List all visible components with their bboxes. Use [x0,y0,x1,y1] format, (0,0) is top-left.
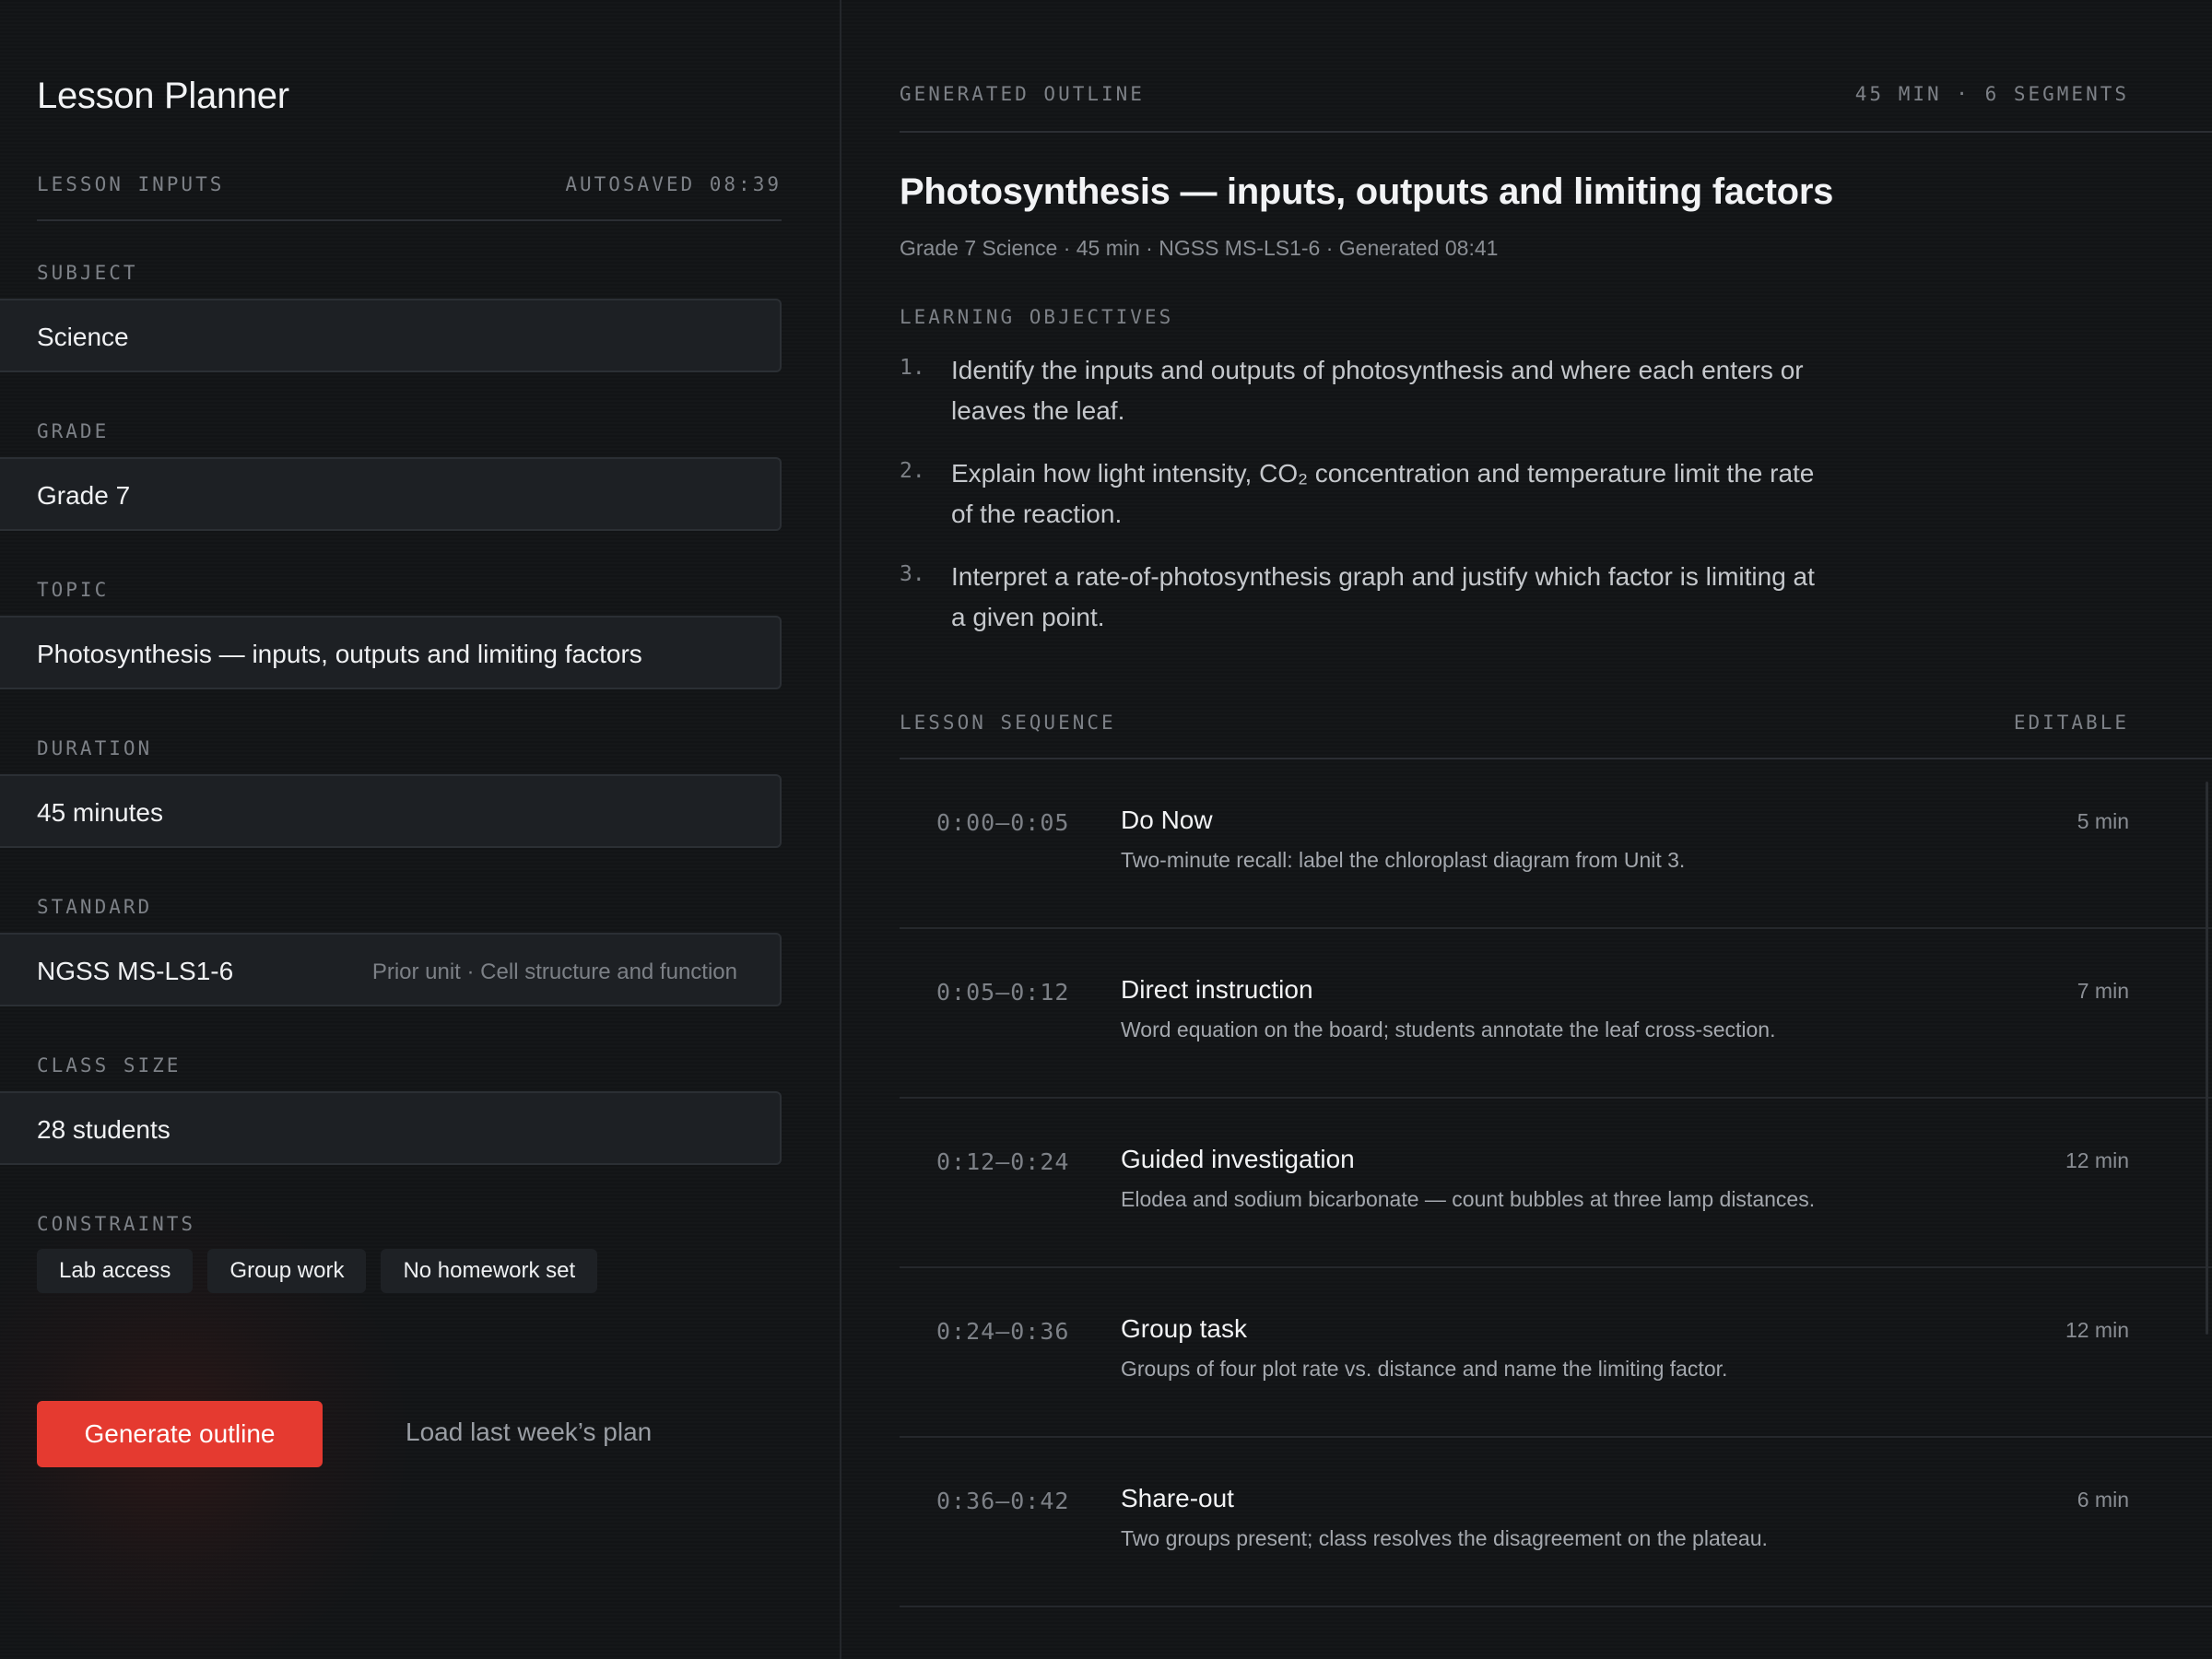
segment-name: Group task [1121,1314,1247,1343]
segment-duration: 12 min [2065,1318,2129,1342]
segment-row[interactable]: 0:36–0:42 Share-out Two groups present; … [900,1438,2212,1607]
duration-field[interactable]: 45 minutes [0,774,782,848]
segment-duration: 12 min [2065,1148,2129,1172]
objective-text: Explain how light intensity, CO₂ concent… [951,459,1815,528]
editable-indicator: EDITABLE [2013,712,2129,734]
objective-text: Interpret a rate-of-photosynthesis graph… [951,562,1815,631]
sequence-scrollbar[interactable] [2206,782,2208,1335]
standard-hint: Prior unit · Cell structure and function [371,959,737,984]
segment-duration: 6 min [2077,1488,2129,1512]
outline-meta: Grade 7 Science · 45 min · NGSS MS-LS1-6… [900,236,1499,260]
standard-value: NGSS MS-LS1-6 [37,957,234,985]
segment-time: 0:36–0:42 [936,1488,1070,1514]
segment-name: Guided investigation [1121,1145,1355,1173]
segment-time: 0:12–0:24 [936,1148,1070,1175]
objective-number: 3. [900,562,925,586]
class-size-label: CLASS SIZE [37,1054,182,1077]
segment-time: 0:00–0:05 [936,809,1070,836]
sequence-label: LESSON SEQUENCE [900,712,1116,734]
segment-row[interactable]: 0:00–0:05 Do Now Two-minute recall: labe… [900,759,2212,929]
sequence-section-header: LESSON SEQUENCE EDITABLE [900,712,2212,759]
segment-row[interactable]: 0:24–0:36 Group task Groups of four plot… [900,1268,2212,1438]
segment-description: Two-minute recall: label the chloroplast… [1121,848,1686,872]
objective-number: 1. [900,356,925,380]
objectives-label: LEARNING OBJECTIVES [900,306,1174,328]
topic-value: Photosynthesis — inputs, outputs and lim… [37,640,642,668]
generated-outline-panel: GENERATED OUTLINE 45 MIN · 6 SEGMENTS Ph… [842,0,2212,1659]
class-size-field[interactable]: 28 students [0,1091,782,1165]
constraint-chip-lab-access[interactable]: Lab access [37,1249,194,1293]
objective-item: 1. Identify the inputs and outputs of ph… [900,350,1821,431]
load-last-week-link[interactable]: Load last week’s plan [406,1418,652,1447]
subject-label: SUBJECT [37,262,138,284]
objective-number: 2. [900,459,925,483]
class-size-value: 28 students [37,1115,171,1144]
constraints-label: CONSTRAINTS [37,1213,196,1235]
segment-time: 0:05–0:12 [936,979,1070,1006]
segment-row[interactable]: 0:05–0:12 Direct instruction Word equati… [900,929,2212,1099]
segment-duration: 7 min [2077,979,2129,1003]
objective-item: 3. Interpret a rate-of-photosynthesis gr… [900,557,1821,638]
subject-field[interactable]: Science [0,299,782,372]
outline-section-header: GENERATED OUTLINE 45 MIN · 6 SEGMENTS [900,83,2212,133]
standard-field[interactable]: NGSS MS-LS1-6 Prior unit · Cell structur… [0,933,782,1006]
generate-outline-button[interactable]: Generate outline [37,1401,323,1467]
lesson-inputs-panel: Lesson Planner LESSON INPUTS AUTOSAVED 0… [0,0,841,1659]
autosave-status: AUTOSAVED 08:39 [565,173,782,195]
segment-duration: 5 min [2077,809,2129,833]
segment-name: Do Now [1121,806,1213,834]
grade-value: Grade 7 [37,481,131,510]
segment-name: Share-out [1121,1484,1234,1512]
outline-title: Photosynthesis — inputs, outputs and lim… [900,171,1834,212]
objective-item: 2. Explain how light intensity, CO₂ conc… [900,453,1821,535]
grade-label: GRADE [37,420,110,442]
segment-time: 0:24–0:36 [936,1318,1070,1345]
objective-text: Identify the inputs and outputs of photo… [951,356,1804,425]
outline-section-label: GENERATED OUTLINE [900,83,1145,105]
constraint-chip-group-work[interactable]: Group work [207,1249,367,1293]
duration-value: 45 minutes [37,798,163,827]
segment-row[interactable]: 0:12–0:24 Guided investigation Elodea an… [900,1099,2212,1268]
constraint-chip-no-homework[interactable]: No homework set [381,1249,598,1293]
inputs-section-header: LESSON INPUTS AUTOSAVED 08:39 [37,173,782,221]
topic-field[interactable]: Photosynthesis — inputs, outputs and lim… [0,616,782,689]
segment-name: Direct instruction [1121,975,1313,1004]
duration-label: DURATION [37,737,153,759]
grade-field[interactable]: Grade 7 [0,457,782,531]
constraints-list: Lab access Group work No homework set [37,1249,598,1293]
standard-label: STANDARD [37,896,153,918]
segment-description: Word equation on the board; students ann… [1121,1018,1776,1041]
segment-description: Elodea and sodium bicarbonate — count bu… [1121,1187,1816,1211]
objectives-list: 1. Identify the inputs and outputs of ph… [900,350,1821,660]
topic-label: TOPIC [37,579,110,601]
outline-summary: 45 MIN · 6 SEGMENTS [1854,83,2129,105]
lesson-sequence-list: 0:00–0:05 Do Now Two-minute recall: labe… [900,759,2212,1607]
app-title: Lesson Planner [37,76,289,116]
lesson-planner-app: Lesson Planner LESSON INPUTS AUTOSAVED 0… [0,0,2212,1659]
subject-value: Science [37,323,129,351]
segment-description: Two groups present; class resolves the d… [1121,1526,1768,1550]
segment-description: Groups of four plot rate vs. distance an… [1121,1357,1728,1381]
inputs-section-label: LESSON INPUTS [37,173,225,195]
